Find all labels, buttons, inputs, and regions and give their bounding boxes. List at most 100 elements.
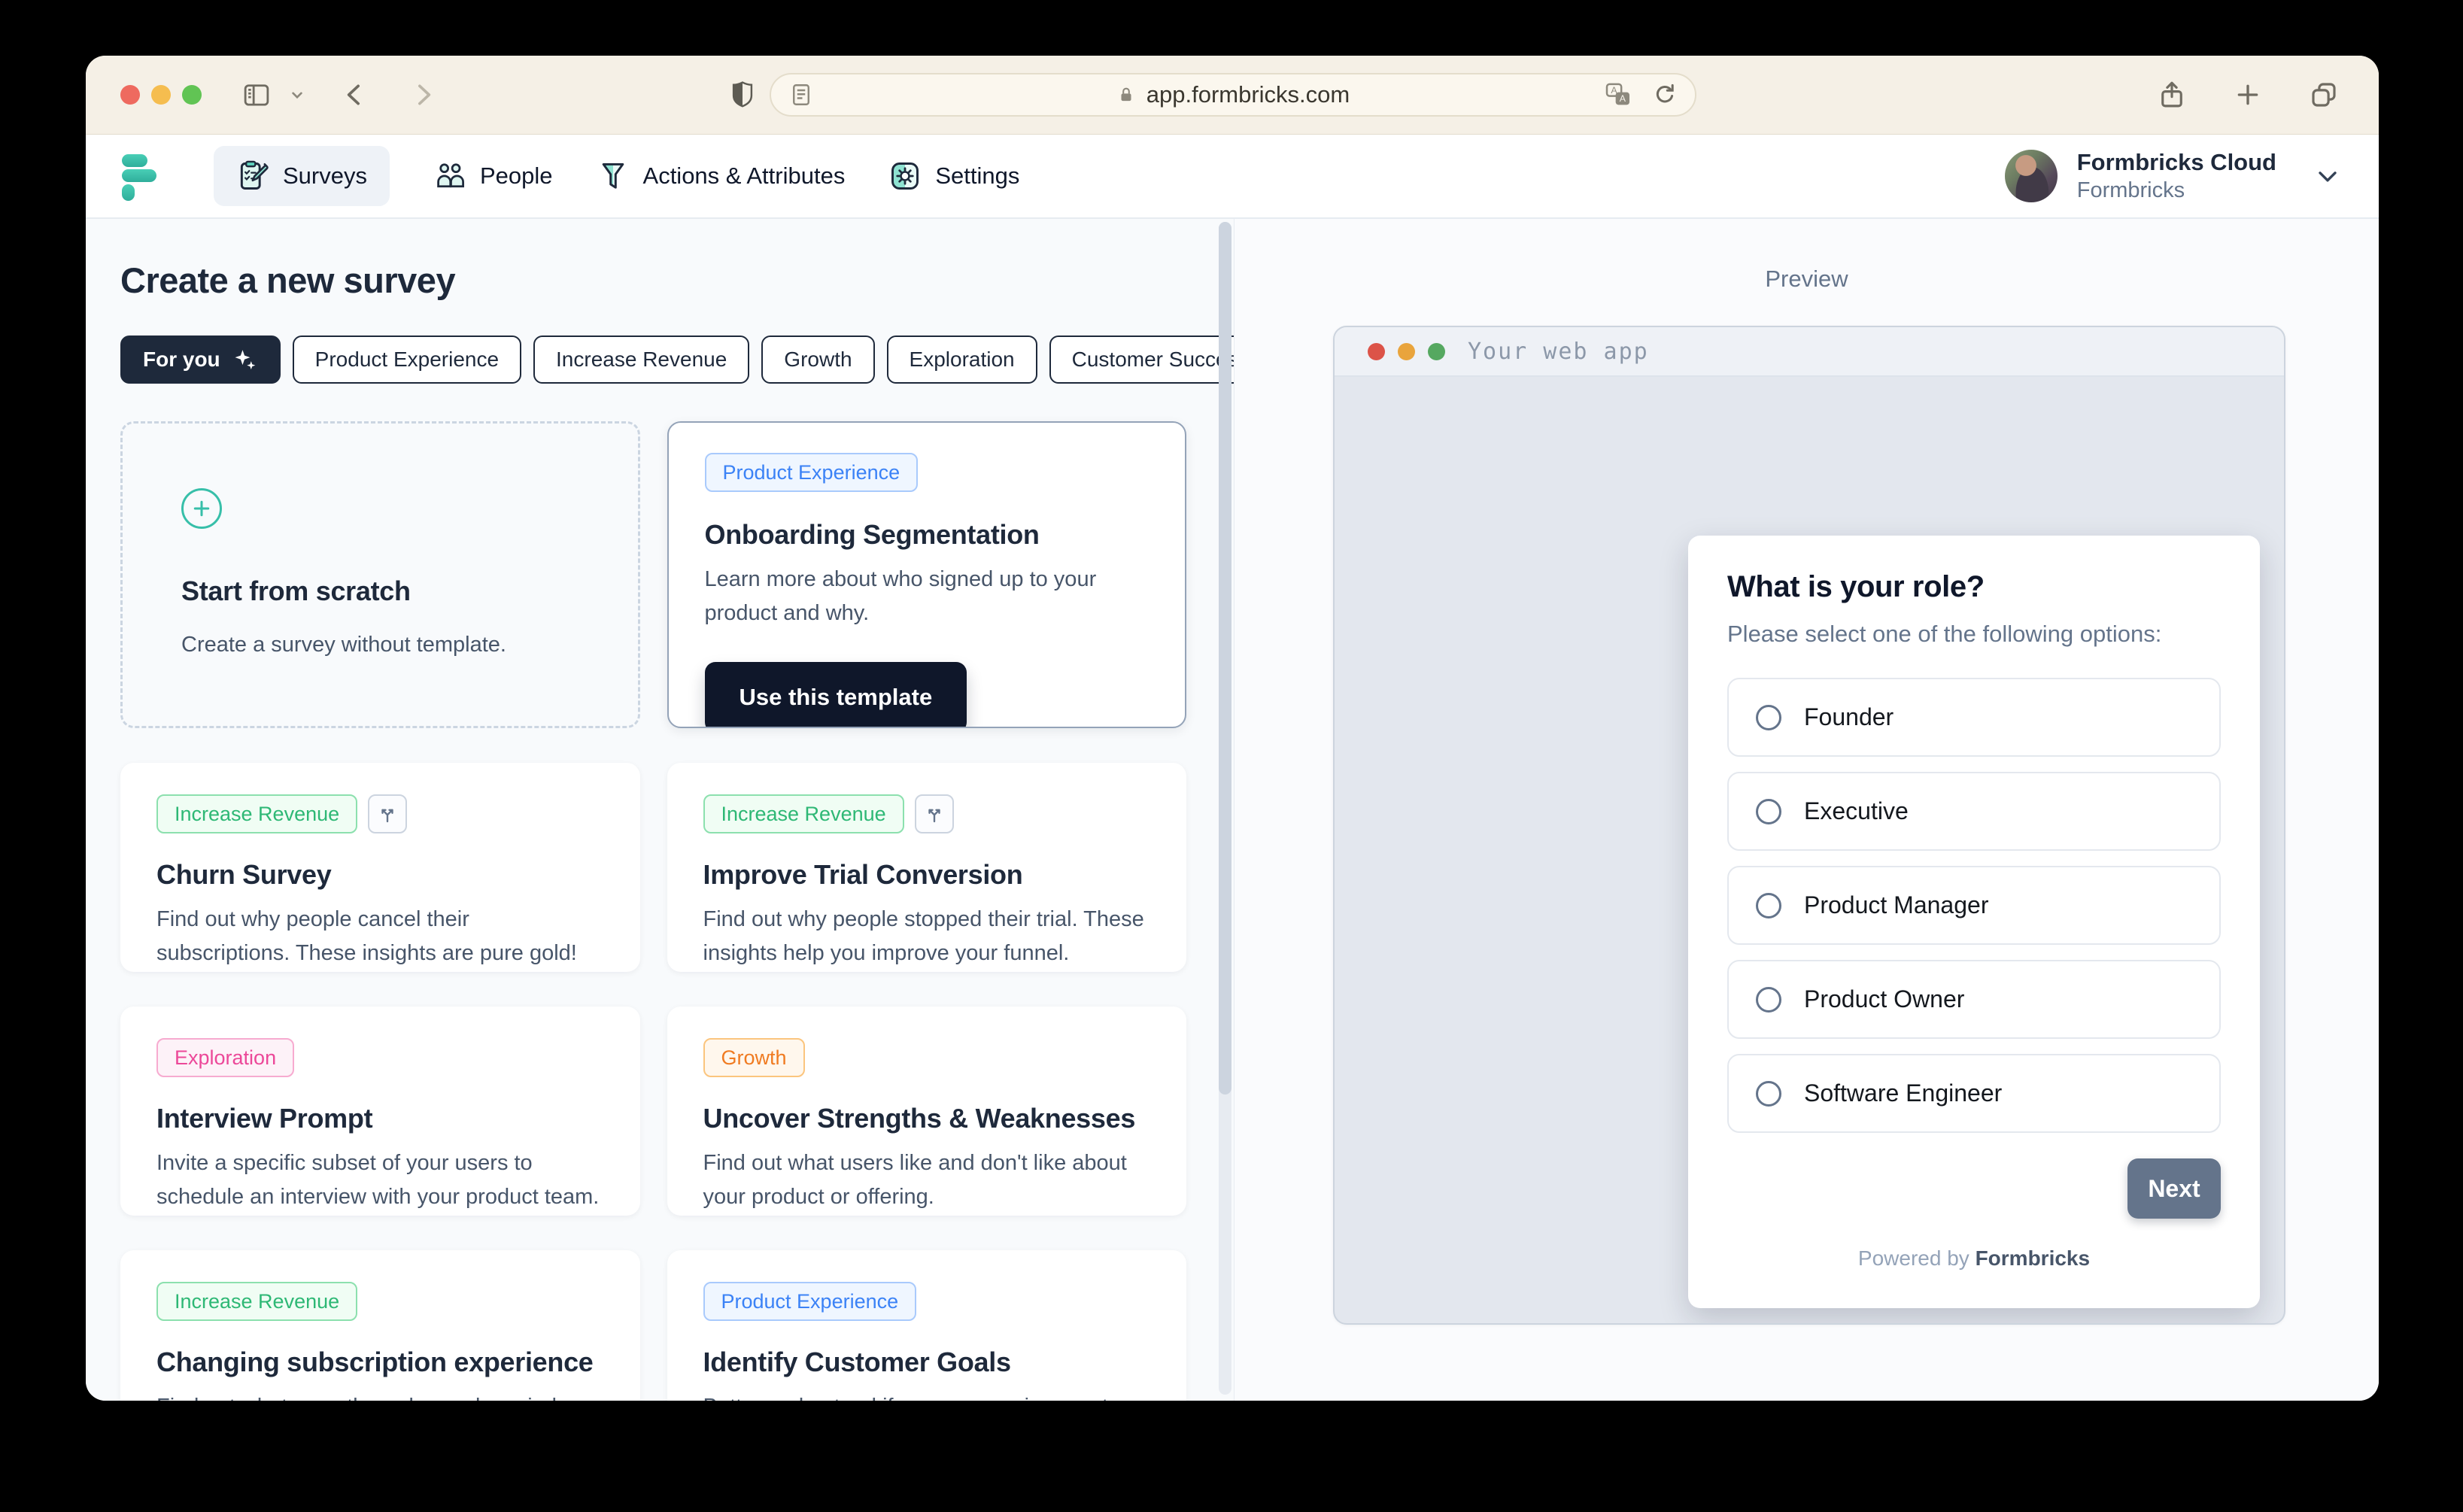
template-card-interview-prompt[interactable]: Exploration Interview Prompt Invite a sp… [120, 1006, 640, 1216]
use-template-button[interactable]: Use this template [704, 661, 967, 727]
privacy-shield-icon[interactable] [727, 79, 758, 111]
survey-options: Founder Executive Product Manager Produc… [1727, 678, 2221, 1133]
preview-label: Preview [1765, 266, 1848, 292]
filter-growth[interactable]: Growth [761, 335, 875, 384]
template-card-improve-trial-conversion[interactable]: Increase Revenue Improve Trial Conversio… [667, 763, 1186, 972]
option-product-owner[interactable]: Product Owner [1727, 960, 2221, 1039]
tab-label: Actions & Attributes [642, 162, 846, 189]
surveys-icon [236, 159, 269, 193]
radio-icon [1756, 704, 1781, 730]
zoom-window-button[interactable] [182, 85, 202, 105]
share-icon[interactable] [2156, 79, 2188, 111]
account-menu[interactable]: Formbricks Cloud Formbricks [2004, 149, 2343, 204]
template-card-uncover-strengths-weaknesses[interactable]: Growth Uncover Strengths & Weaknesses Fi… [667, 1006, 1186, 1216]
category-badge: Exploration [156, 1038, 295, 1077]
forward-icon[interactable] [408, 80, 438, 110]
filter-product-experience[interactable]: Product Experience [292, 335, 522, 384]
filter-increase-revenue[interactable]: Increase Revenue [533, 335, 750, 384]
tab-label: Settings [935, 162, 1020, 189]
scrollbar-thumb[interactable] [1219, 222, 1232, 1095]
translate-icon[interactable]: A A [1603, 80, 1633, 110]
mock-close-dot [1368, 342, 1385, 360]
sparkles-icon [232, 347, 258, 372]
minimize-window-button[interactable] [151, 85, 171, 105]
preview-panel: Preview Your web app What is your role? … [1234, 219, 2379, 1401]
category-badge: Increase Revenue [156, 794, 358, 833]
card-description: Find out why people cancel their subscri… [156, 907, 577, 965]
card-title: Churn Survey [156, 859, 332, 890]
survey-question: What is your role? [1727, 570, 1985, 603]
card-title: Onboarding Segmentation [704, 519, 1040, 550]
powered-by[interactable]: Powered by Formbricks [1727, 1246, 2221, 1274]
template-card-identify-customer-goals[interactable]: Product Experience Identify Customer Goa… [667, 1250, 1186, 1401]
category-badge: Product Experience [704, 453, 919, 492]
card-description: Find out what goes through peoples minds… [156, 1390, 604, 1401]
card-description: Better understand if your messaging crea… [703, 1390, 1151, 1401]
back-icon[interactable] [340, 80, 370, 110]
card-description: Find out what users like and don't like … [703, 1151, 1127, 1209]
avatar [2004, 149, 2058, 202]
chevron-down-icon [2313, 161, 2343, 191]
reader-view-icon[interactable] [788, 81, 815, 108]
formbricks-logo[interactable] [122, 154, 156, 201]
template-card-onboarding-segmentation[interactable]: Product Experience Onboarding Segmentati… [667, 421, 1186, 728]
gear-icon [888, 159, 922, 193]
mock-traffic-lights [1368, 342, 1445, 360]
template-card-churn-survey[interactable]: Increase Revenue Churn Survey Find out w… [120, 763, 640, 972]
mock-window-body: What is your role? Please select one of … [1335, 377, 2284, 1323]
lock-icon [1121, 87, 1131, 102]
template-card-changing-subscription-experience[interactable]: Increase Revenue Changing subscription e… [120, 1250, 640, 1401]
radio-icon [1756, 798, 1781, 824]
powered-brand: Formbricks [1975, 1246, 2091, 1270]
chevron-down-icon[interactable] [287, 85, 307, 105]
radio-icon [1756, 892, 1781, 918]
browser-chrome: app.formbricks.com A A [86, 56, 2379, 135]
card-title: Start from scratch [181, 575, 411, 606]
card-description: Create a survey without template. [181, 632, 506, 657]
option-founder[interactable]: Founder [1727, 678, 2221, 757]
traffic-lights [120, 85, 202, 105]
start-from-scratch-card[interactable]: Start from scratch Create a survey witho… [120, 421, 640, 728]
web-app-mock-window: Your web app What is your role? Please s… [1333, 326, 2285, 1325]
reload-icon[interactable] [1651, 81, 1678, 108]
window-controls [120, 56, 463, 134]
card-title: Uncover Strengths & Weaknesses [703, 1103, 1136, 1134]
tab-overview-icon[interactable] [2308, 79, 2340, 111]
card-title: Changing subscription experience [156, 1347, 594, 1377]
option-product-manager[interactable]: Product Manager [1727, 866, 2221, 945]
filter-for-you[interactable]: For you [120, 335, 281, 384]
mock-window-title: Your web app [1468, 338, 1649, 365]
next-button[interactable]: Next [2127, 1158, 2221, 1219]
filter-customer-success[interactable]: Customer Success [1049, 335, 1234, 384]
option-software-engineer[interactable]: Software Engineer [1727, 1054, 2221, 1133]
people-icon [433, 159, 466, 193]
funnel-icon [597, 159, 630, 193]
survey-subtitle: Please select one of the following optio… [1727, 621, 2162, 647]
tab-settings[interactable]: Settings [888, 159, 1019, 193]
branch-logic-icon [914, 794, 954, 833]
tab-actions-attributes[interactable]: Actions & Attributes [597, 159, 846, 193]
filter-exploration[interactable]: Exploration [886, 335, 1037, 384]
card-description: Find out why people stopped their trial.… [703, 907, 1144, 965]
option-executive[interactable]: Executive [1727, 772, 2221, 851]
tab-label: People [479, 162, 553, 189]
radio-icon [1756, 1080, 1781, 1107]
tab-people[interactable]: People [433, 159, 553, 193]
toolbar-actions [2156, 56, 2340, 134]
tab-surveys[interactable]: Surveys [214, 146, 390, 206]
template-grid: Start from scratch Create a survey witho… [120, 421, 1186, 1401]
svg-text:A: A [1620, 93, 1626, 104]
card-title: Identify Customer Goals [703, 1347, 1011, 1377]
branch-logic-icon [368, 794, 408, 833]
address-display: app.formbricks.com [771, 74, 1695, 115]
mock-window-header: Your web app [1335, 327, 2284, 377]
new-tab-icon[interactable] [2233, 80, 2263, 110]
close-window-button[interactable] [120, 85, 140, 105]
scrollbar-track[interactable] [1219, 222, 1232, 1395]
address-bar[interactable]: app.formbricks.com A A [770, 73, 1696, 117]
category-badge: Growth [703, 1038, 805, 1077]
template-gallery-panel: Create a new survey For you Product Expe… [86, 219, 1234, 1401]
sidebar-toggle-icon[interactable] [241, 79, 272, 111]
filter-chips: For you Product Experience Increase Reve… [120, 335, 1234, 384]
card-title: Improve Trial Conversion [703, 859, 1023, 890]
